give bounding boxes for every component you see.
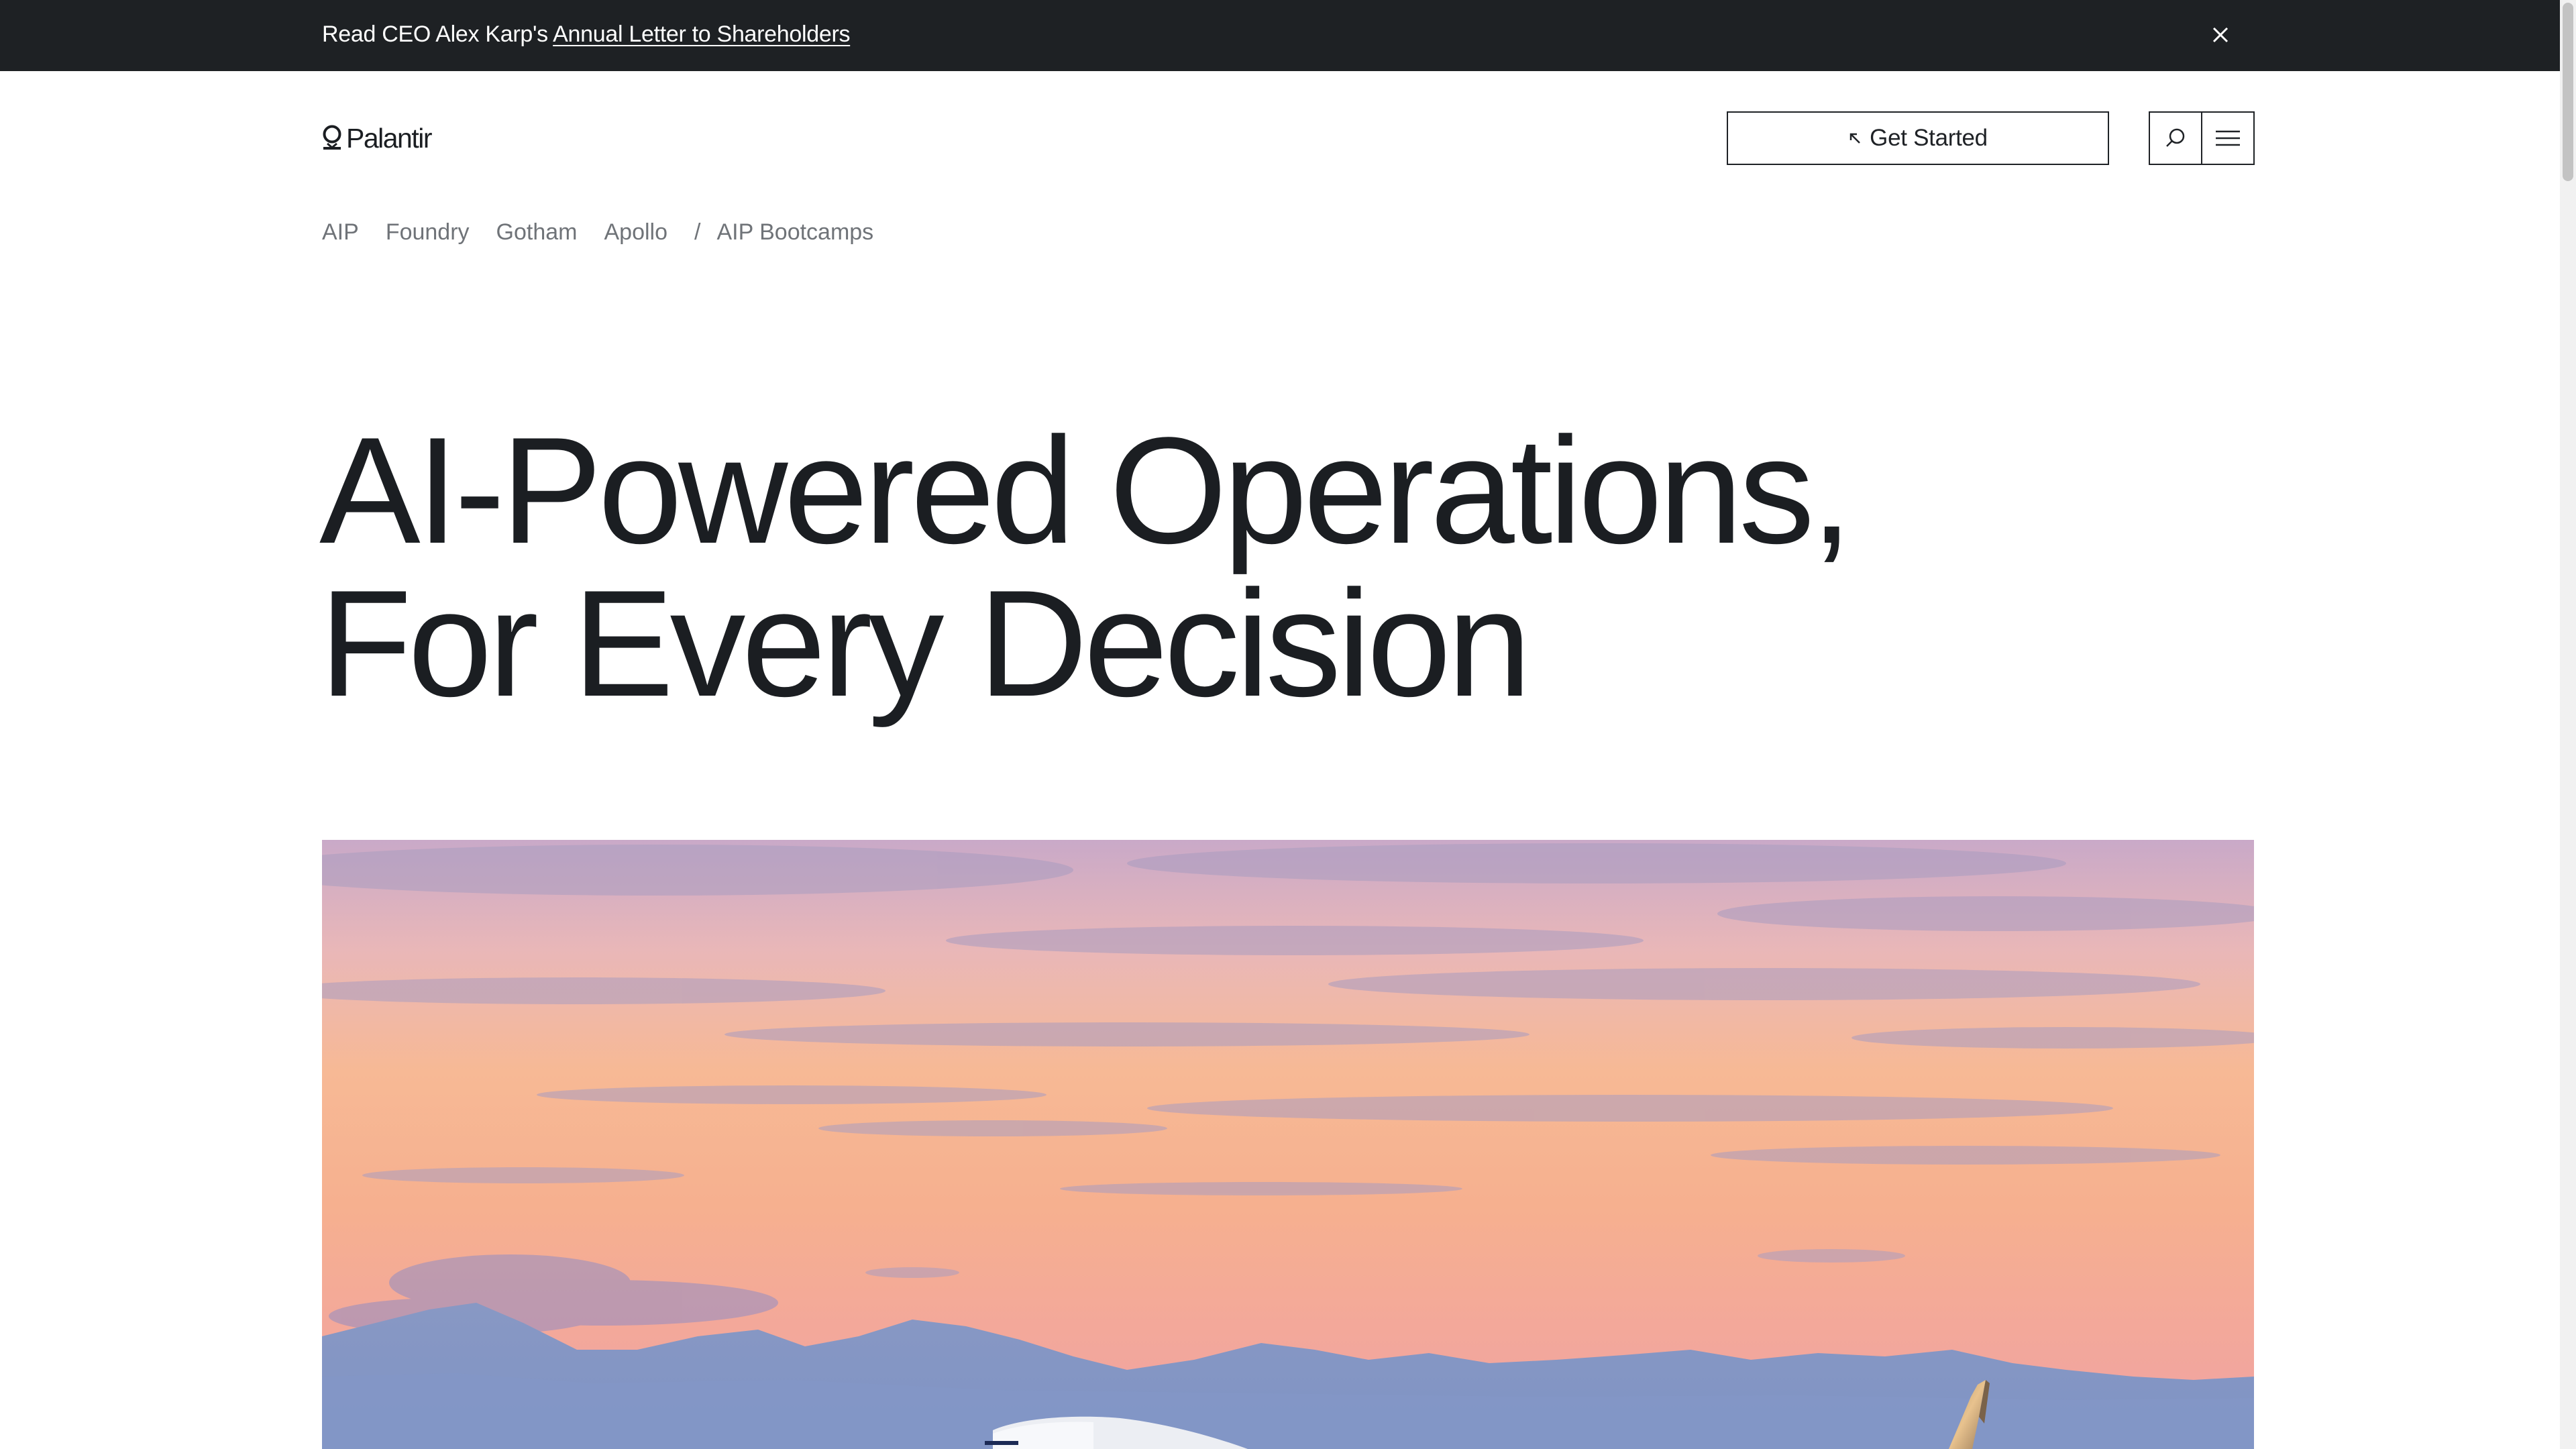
search-icon: [2166, 128, 2185, 147]
hero-title-line-2: For Every Decision: [319, 558, 1532, 728]
palantir-logo-icon: [323, 125, 341, 150]
page-scrollbar[interactable]: [2560, 0, 2576, 1449]
menu-button[interactable]: [2201, 111, 2255, 165]
annual-letter-link[interactable]: Annual Letter to Shareholders: [553, 21, 850, 47]
get-started-button[interactable]: Get Started: [1727, 111, 2109, 165]
hamburger-menu-icon: [2216, 130, 2240, 146]
announcement-bar: Read CEO Alex Karp's Annual Letter to Sh…: [0, 0, 2576, 71]
logo-text: Palantir: [346, 123, 433, 154]
search-button[interactable]: [2149, 111, 2202, 165]
nav-separator: /: [694, 219, 701, 245]
announcement-text: Read CEO Alex Karp's Annual Letter to Sh…: [322, 19, 851, 49]
close-announcement-button[interactable]: [2207, 21, 2234, 48]
hero-title: AI-Powered Operations, For Every Decisio…: [319, 405, 1853, 728]
nav-link-apollo[interactable]: Apollo: [604, 219, 668, 246]
product-nav: AIP Foundry Gotham Apollo / AIP Bootcamp…: [322, 219, 873, 246]
nav-link-gotham[interactable]: Gotham: [496, 219, 578, 246]
nav-link-aip[interactable]: AIP: [322, 219, 359, 246]
get-started-label: Get Started: [1870, 125, 1988, 151]
scrollbar-thumb[interactable]: [2563, 3, 2573, 181]
nav-link-aip-bootcamps[interactable]: AIP Bootcamps: [716, 219, 873, 246]
nav-link-foundry[interactable]: Foundry: [386, 219, 470, 246]
sunset-airplane-illustration: [322, 840, 2254, 1449]
arrow-up-left-icon: [1849, 133, 1861, 144]
palantir-logo[interactable]: Palantir: [322, 123, 433, 154]
close-icon: [2212, 27, 2229, 43]
hero-title-line-1: AI-Powered Operations,: [319, 405, 1853, 575]
hero-image: [322, 840, 2254, 1449]
announcement-prefix: Read CEO Alex Karp's: [322, 21, 548, 47]
